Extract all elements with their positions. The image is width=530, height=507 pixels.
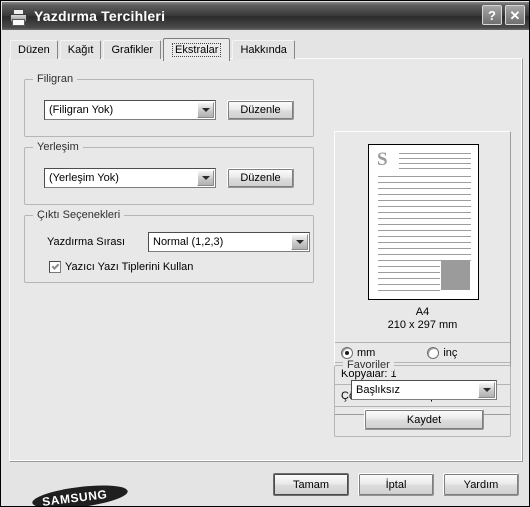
tab-ekstralar[interactable]: Ekstralar [163, 38, 231, 61]
printer-icon [8, 7, 28, 26]
ok-button[interactable]: Tamam [273, 473, 349, 496]
overlay-group-label: Yerleşim [33, 141, 83, 153]
favorites-save-button[interactable]: Kaydet [364, 409, 484, 430]
use-printer-fonts-label: Yazıcı Yazı Tiplerini Kullan [65, 261, 194, 273]
title-bar: Yazdırma Tercihleri ? ✕ [2, 2, 529, 30]
tab-label: Grafikler [111, 44, 154, 56]
use-printer-fonts-checkbox[interactable]: Yazıcı Yazı Tiplerini Kullan [49, 261, 193, 273]
output-options-group-label: Çıktı Seçenekleri [33, 209, 125, 221]
unit-inch-label: inç [443, 346, 458, 359]
watermark-group: Filigran (Filigran Yok) Düzenle [24, 73, 314, 137]
unit-mm-radio[interactable]: mm [341, 346, 376, 359]
close-icon-button[interactable]: ✕ [505, 5, 525, 25]
print-order-select-value: Normal (1,2,3) [153, 236, 224, 248]
page-thumbnail: S [368, 144, 479, 300]
paper-info: A4 210 x 297 mm [335, 306, 510, 332]
tab-duzen[interactable]: Düzen [10, 40, 58, 59]
radio-unselected-icon [427, 346, 440, 359]
print-order-select[interactable]: Normal (1,2,3) [148, 232, 310, 252]
tab-grafikler[interactable]: Grafikler [103, 40, 162, 59]
favorites-group-label: Favoriler [343, 359, 394, 371]
watermark-select-value: (Filigran Yok) [49, 104, 114, 116]
title-bar-buttons: ? ✕ [482, 5, 525, 25]
paper-name: A4 [415, 306, 430, 318]
radio-selected-icon [341, 346, 353, 359]
printing-preferences-dialog: Yazdırma Tercihleri ? ✕ Düzen Kağıt Graf… [0, 0, 530, 507]
chevron-down-icon[interactable] [478, 382, 495, 398]
watermark-group-label: Filigran [33, 73, 78, 85]
chevron-down-icon[interactable] [291, 234, 308, 250]
tab-page-ekstralar: Filigran (Filigran Yok) Düzenle Yerleşim… [9, 58, 523, 506]
favorites-group: Favoriler Başlıksız Kaydet [334, 359, 511, 437]
chevron-down-icon[interactable] [197, 102, 214, 118]
tab-label: Hakkında [240, 44, 287, 56]
paper-dimensions: 210 x 297 mm [387, 319, 458, 331]
unit-inch-radio[interactable]: inç [427, 346, 458, 359]
output-options-group: Çıktı Seçenekleri Yazdırma Sırası Normal… [24, 209, 314, 283]
favorites-select-value: Başlıksız [356, 384, 401, 396]
overlay-edit-button[interactable]: Düzenle [227, 168, 294, 188]
favorites-select[interactable]: Başlıksız [351, 380, 497, 400]
print-order-label: Yazdırma Sırası [47, 236, 126, 248]
overlay-select[interactable]: (Yerleşim Yok) [44, 168, 216, 188]
samsung-logo: SAMSUNG ELECTRONICS [31, 481, 172, 506]
help-button[interactable]: Yardım [443, 473, 519, 496]
watermark-edit-button[interactable]: Düzenle [227, 100, 294, 120]
chevron-down-icon[interactable] [197, 170, 214, 186]
dialog-footer: Tamam İptal Yardım [273, 473, 519, 496]
tab-strip: Düzen Kağıt Grafikler Ekstralar Hakkında [10, 37, 297, 61]
watermark-select[interactable]: (Filigran Yok) [44, 100, 216, 120]
checkmark-icon [49, 261, 61, 273]
thumbnail-image-block [441, 261, 470, 290]
overlay-group: Yerleşim (Yerleşim Yok) Düzenle [24, 141, 314, 205]
tab-label: Düzen [18, 44, 50, 56]
cancel-button[interactable]: İptal [358, 473, 434, 496]
thumbnail-letter: S [377, 149, 388, 170]
overlay-select-value: (Yerleşim Yok) [49, 172, 119, 184]
tab-label: Kağıt [67, 44, 94, 56]
tab-hakkinda[interactable]: Hakkında [232, 40, 295, 59]
help-icon-button[interactable]: ? [482, 5, 502, 25]
window-title: Yazdırma Tercihleri [34, 8, 166, 24]
tab-label: Ekstralar [172, 43, 222, 57]
tab-kagit[interactable]: Kağıt [59, 40, 102, 59]
unit-mm-label: mm [357, 346, 376, 359]
